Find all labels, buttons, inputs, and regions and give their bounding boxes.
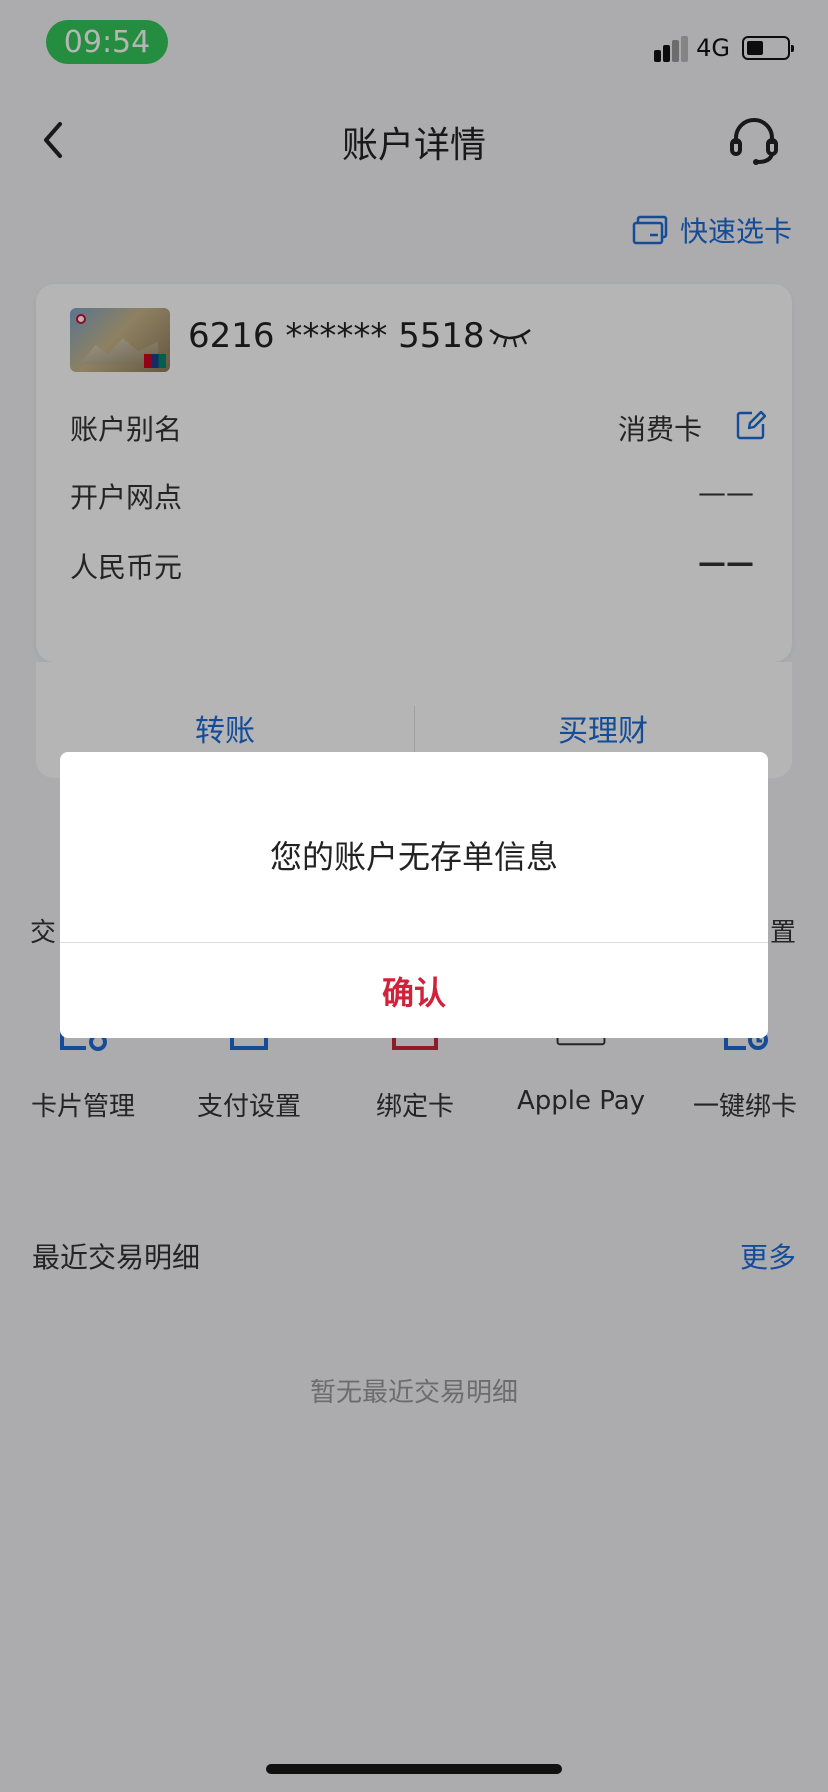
home-indicator[interactable] xyxy=(266,1764,562,1774)
alert-dialog: 您的账户无存单信息 确认 xyxy=(60,752,768,1038)
dialog-message: 您的账户无存单信息 xyxy=(269,838,558,876)
confirm-button[interactable]: 确认 xyxy=(60,943,768,1038)
